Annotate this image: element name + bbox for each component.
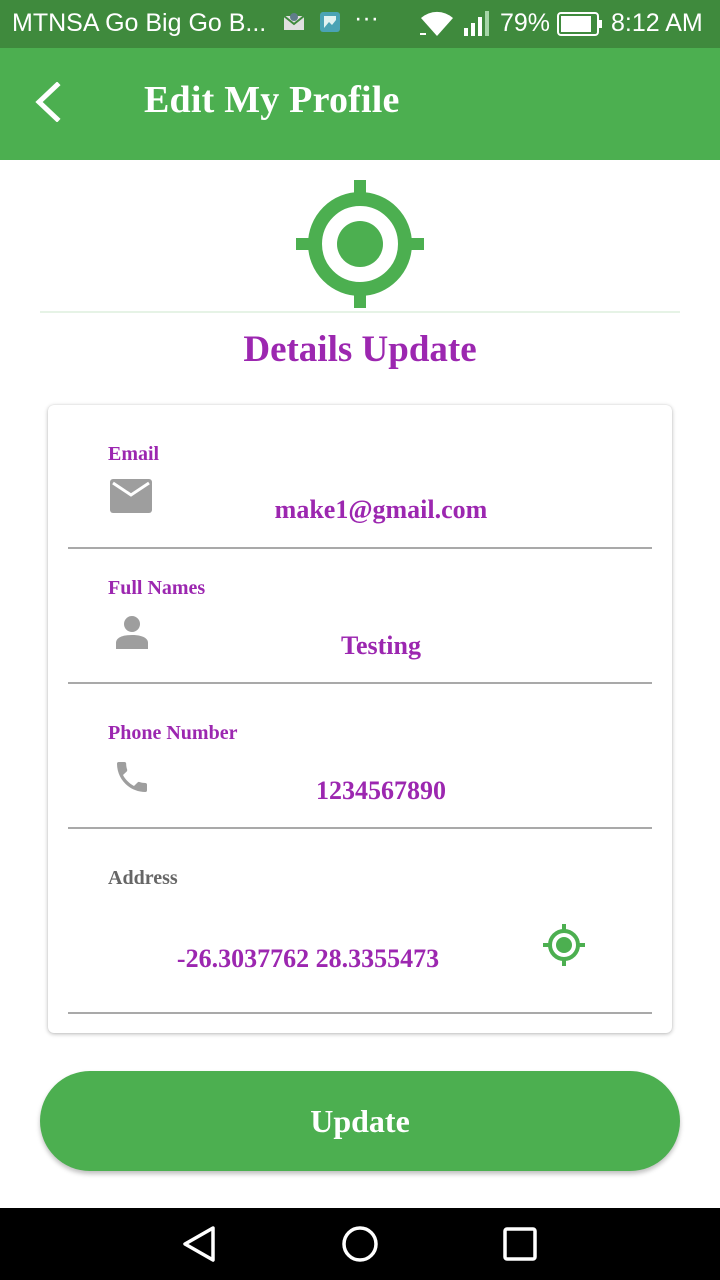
mail-notification-icon: [282, 10, 306, 41]
signal-icon: [462, 8, 494, 45]
system-nav-bar: [0, 1208, 720, 1280]
gps-target-icon[interactable]: [542, 923, 586, 972]
image-notification-icon: [318, 10, 342, 41]
recents-square-icon[interactable]: [500, 1224, 540, 1264]
status-bar: MTNSA Go Big Go B... ··· 79% 8:12 AM: [0, 0, 720, 48]
full-names-underline: [68, 682, 652, 684]
home-circle-icon[interactable]: [340, 1224, 380, 1264]
back-triangle-icon[interactable]: [180, 1224, 220, 1264]
page-title: Edit My Profile: [144, 79, 400, 121]
gps-target-icon: [294, 178, 426, 310]
email-field[interactable]: make1@gmail.com: [178, 495, 584, 525]
carrier-text: MTNSA Go Big Go B...: [12, 9, 267, 37]
section-title: Details Update: [243, 329, 477, 370]
address-label: Address: [108, 867, 178, 889]
wifi-icon: [418, 8, 456, 45]
address-underline: [68, 1012, 652, 1014]
battery-icon: [557, 12, 603, 43]
overflow-icon: ···: [354, 4, 379, 32]
phone-icon: [112, 757, 152, 802]
battery-percent: 79%: [500, 9, 551, 37]
email-label: Email: [108, 443, 160, 465]
phone-number-label: Phone Number: [108, 722, 238, 744]
back-button[interactable]: [22, 78, 74, 130]
person-icon: [114, 615, 150, 654]
profile-form-card: Email make1@gmail.com Full Names Testing…: [48, 405, 672, 1033]
full-names-label: Full Names: [108, 577, 206, 599]
clock: 8:12 AM: [611, 9, 703, 37]
address-field[interactable]: -26.3037762 28.3355473: [158, 944, 458, 974]
phone-number-underline: [68, 827, 652, 829]
app-bar: Edit My Profile: [0, 48, 720, 160]
email-icon: [110, 479, 152, 518]
chevron-left-icon: [33, 80, 63, 127]
full-names-field[interactable]: Testing: [178, 631, 584, 661]
update-button[interactable]: Update: [40, 1071, 680, 1171]
phone-number-field[interactable]: 1234567890: [178, 776, 584, 806]
header-divider: [40, 311, 680, 313]
email-underline: [68, 547, 652, 549]
